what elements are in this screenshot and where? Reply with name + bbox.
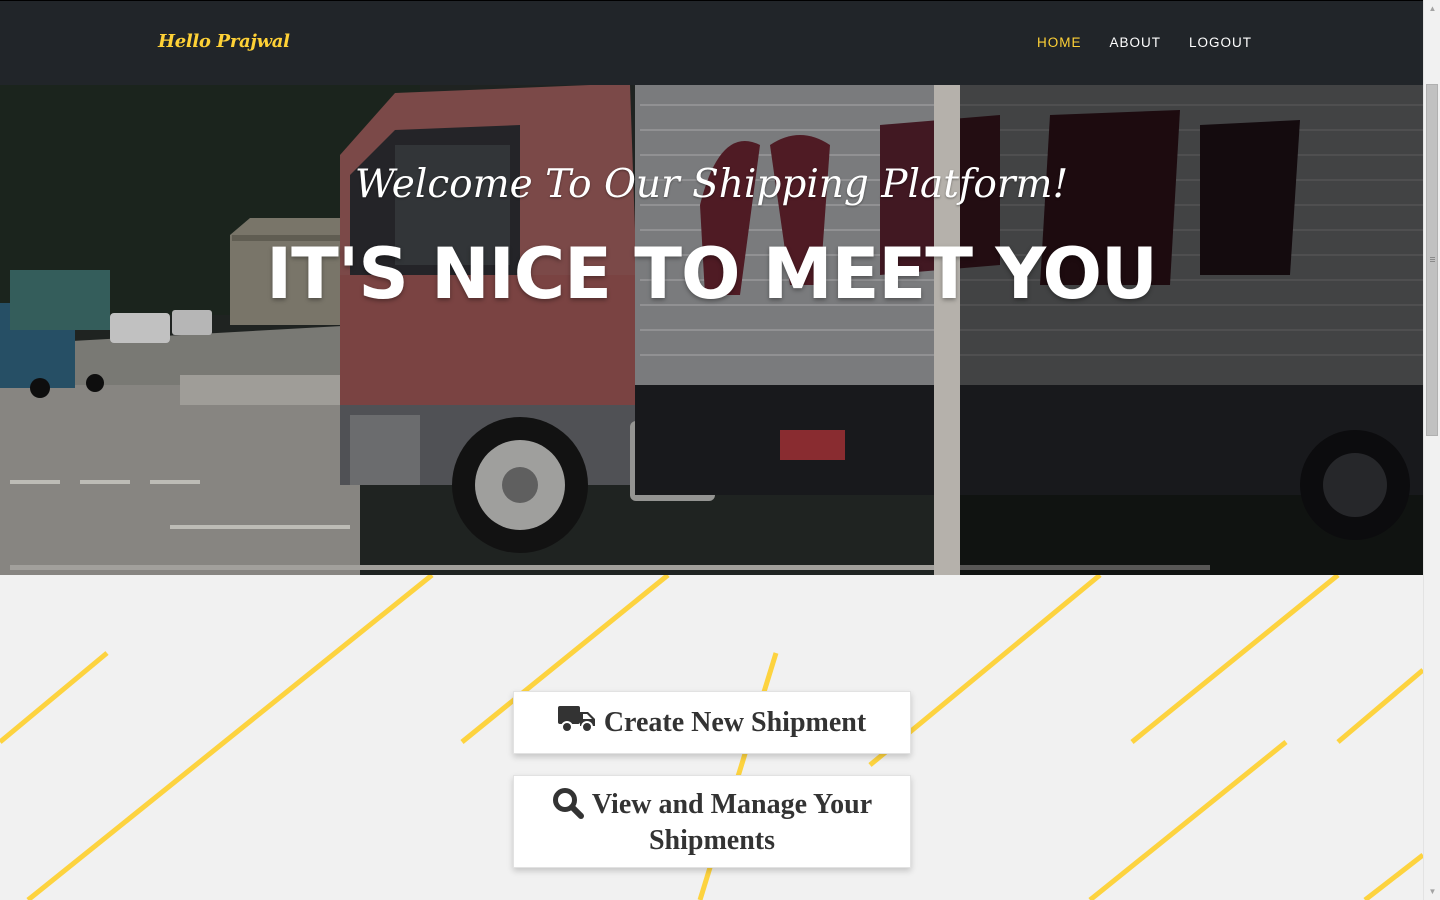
hero-heading: IT'S NICE TO MEET YOU bbox=[266, 233, 1158, 315]
nav-home-link[interactable]: HOME bbox=[1037, 35, 1082, 50]
nav-about-link[interactable]: ABOUT bbox=[1109, 35, 1161, 50]
nav-logout-link[interactable]: LOGOUT bbox=[1189, 35, 1252, 50]
search-icon bbox=[552, 787, 584, 826]
hero-background-image bbox=[0, 85, 1423, 575]
view-shipments-label: View and Manage Your Shipments bbox=[591, 788, 873, 856]
create-shipment-label: Create New Shipment bbox=[603, 706, 867, 738]
scrollbar-thumb[interactable] bbox=[1426, 84, 1438, 436]
scroll-up-arrow-icon[interactable]: ▲ bbox=[1424, 0, 1440, 17]
scroll-down-arrow-icon[interactable]: ▼ bbox=[1424, 883, 1440, 900]
nav-links: HOME ABOUT LOGOUT bbox=[1037, 35, 1252, 50]
hero-subheading: Welcome To Our Shipping Platform! bbox=[354, 162, 1069, 207]
hero-section: Welcome To Our Shipping Platform! IT'S N… bbox=[0, 85, 1423, 575]
actions-section: Create New Shipment View and Manage Your… bbox=[0, 575, 1423, 900]
vertical-scrollbar[interactable]: ▲ ▼ bbox=[1423, 0, 1440, 900]
create-shipment-button[interactable]: Create New Shipment bbox=[513, 691, 911, 754]
view-shipments-button[interactable]: View and Manage Your Shipments bbox=[513, 775, 911, 868]
brand-greeting[interactable]: Hello Prajwal bbox=[158, 31, 290, 52]
truck-icon bbox=[557, 704, 596, 741]
navbar: Hello Prajwal HOME ABOUT LOGOUT bbox=[0, 0, 1423, 85]
